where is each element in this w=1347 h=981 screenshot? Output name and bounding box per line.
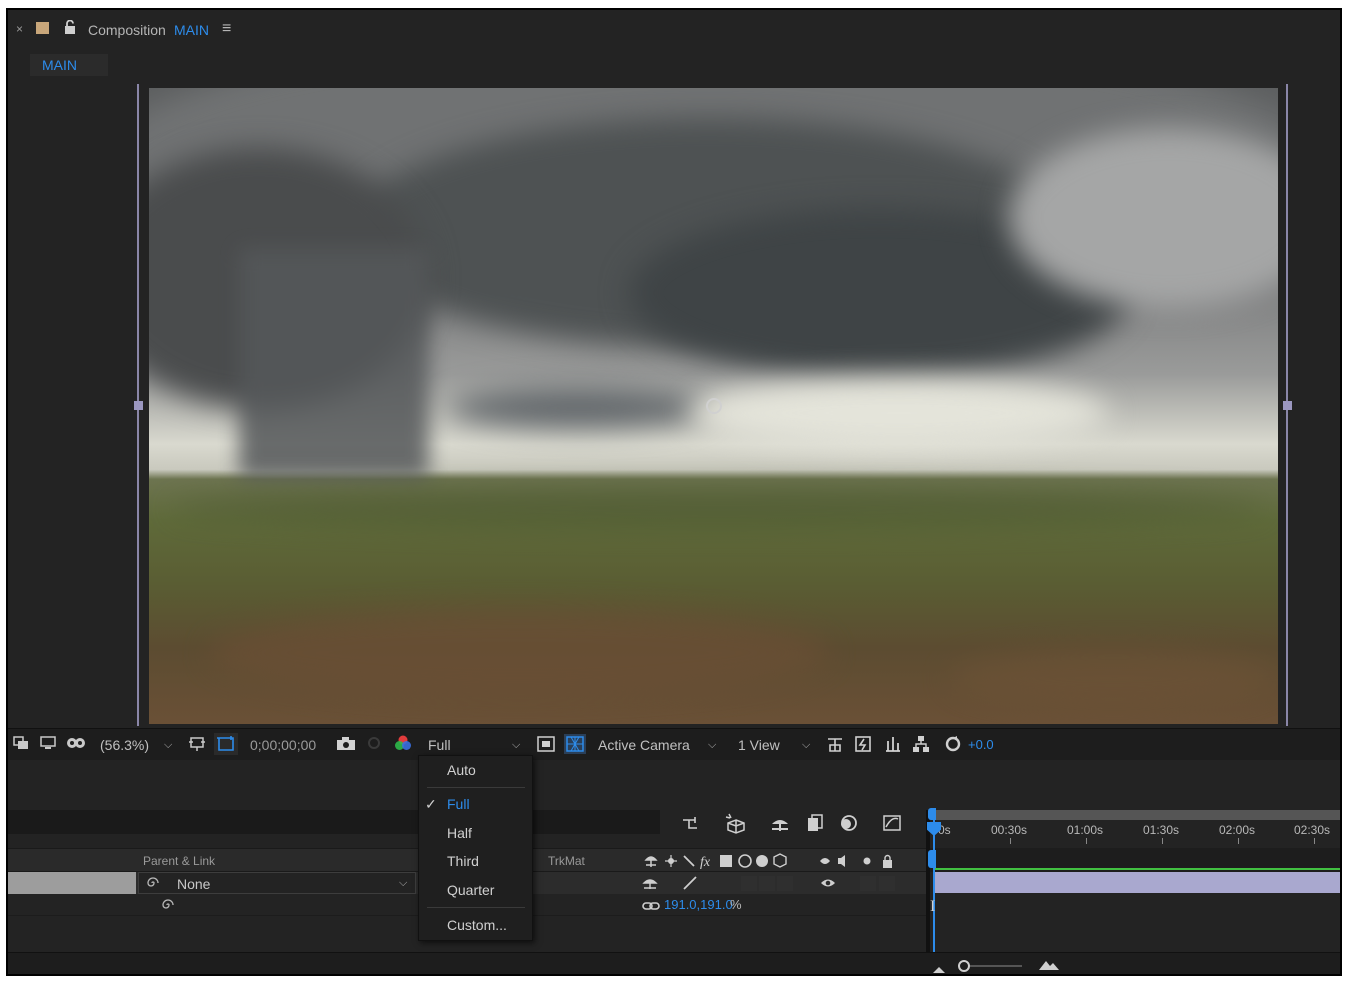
- scale-unit: %: [730, 897, 742, 912]
- show-snapshot-icon[interactable]: [366, 736, 382, 753]
- fast-previews-icon[interactable]: [537, 736, 555, 757]
- region-of-interest-icon[interactable]: [214, 733, 238, 755]
- menu-item-custom[interactable]: Custom...: [419, 913, 532, 937]
- menu-item-quarter[interactable]: Quarter: [419, 878, 532, 902]
- composition-panel-header: × Composition MAIN ≡: [8, 10, 1340, 55]
- ruler-tick: 00:30s: [991, 823, 1028, 837]
- layer-name-cell[interactable]: [8, 872, 136, 894]
- chevron-down-icon[interactable]: ⌵: [512, 739, 520, 752]
- ruler-tick: 02:00s: [1219, 823, 1256, 837]
- transparency-grid-icon[interactable]: [564, 734, 586, 754]
- ruler-tick: 01:30s: [1143, 823, 1180, 837]
- eye-icon[interactable]: [820, 876, 836, 895]
- monitor-icon[interactable]: [40, 736, 56, 753]
- resolution-menu: Auto ✓ Full Half Third Quarter Custom...: [418, 755, 533, 941]
- mask-visibility-icon[interactable]: [66, 736, 86, 753]
- layer-duration-bar[interactable]: [934, 872, 1340, 893]
- menu-divider: [427, 907, 525, 908]
- composition-name[interactable]: MAIN: [174, 22, 209, 38]
- switch-cell[interactable]: [777, 876, 793, 891]
- quality-switch-icon[interactable]: [682, 876, 698, 895]
- frame-blending-icon[interactable]: [806, 814, 824, 837]
- anchor-point-icon[interactable]: [706, 398, 722, 414]
- after-effects-window: × Composition MAIN ≡ MAIN (56.3%) ⌵ 0;00…: [6, 8, 1342, 976]
- ruler-tick: 02:30s: [1294, 823, 1331, 837]
- menu-item-full[interactable]: ✓ Full: [419, 792, 532, 816]
- composition-color-swatch: [36, 22, 49, 34]
- scale-value[interactable]: 191.0,191.0: [664, 897, 733, 912]
- timeline-footer: [8, 952, 1340, 974]
- lock-icon[interactable]: [64, 19, 76, 39]
- layer-handle-right[interactable]: [1283, 401, 1292, 410]
- link-chain-icon[interactable]: [642, 899, 660, 917]
- chevron-down-icon[interactable]: ⌵: [708, 739, 716, 752]
- spiral-pickwhip-icon[interactable]: [145, 875, 161, 896]
- menu-divider: [427, 787, 525, 788]
- fast-render-icon[interactable]: [854, 735, 872, 758]
- timeline-search-field[interactable]: [8, 810, 660, 834]
- panel-title: Composition: [88, 22, 166, 38]
- view-layout-dropdown[interactable]: 1 View: [738, 737, 780, 753]
- layer-handle-left[interactable]: [134, 401, 143, 410]
- ruler-tick-mark: [1010, 838, 1011, 844]
- spiral-pickwhip-icon[interactable]: [160, 897, 176, 918]
- column-header-parent[interactable]: Parent & Link: [143, 854, 215, 868]
- switch-cell[interactable]: [759, 876, 775, 891]
- zoom-slider-thumb[interactable]: [958, 960, 970, 972]
- magnification-dropdown[interactable]: (56.3%): [100, 737, 149, 753]
- motion-blur-icon[interactable]: [838, 814, 858, 837]
- switch-cell[interactable]: [879, 876, 895, 891]
- parent-value: None: [177, 876, 211, 892]
- composition-tab[interactable]: MAIN: [30, 54, 108, 76]
- ruler-tick: 01:00s: [1067, 823, 1104, 837]
- ruler-tick-mark: [1238, 838, 1239, 844]
- shy-switch-icon[interactable]: [642, 876, 658, 895]
- always-preview-icon[interactable]: [13, 736, 29, 753]
- ruler-tick-mark: [1086, 838, 1087, 844]
- timeline-icon[interactable]: [884, 735, 902, 758]
- zoom-in-mountain-icon[interactable]: [1038, 958, 1060, 974]
- column-header-trkmat[interactable]: TrkMat: [548, 854, 585, 868]
- ruler-tick-mark: [1314, 838, 1315, 844]
- color-channels-icon[interactable]: [394, 734, 412, 757]
- resolution-dropdown[interactable]: Full: [428, 737, 451, 753]
- zoom-slider-track[interactable]: [970, 965, 1022, 967]
- parent-dropdown[interactable]: None ⌵: [138, 872, 416, 894]
- switches-header-icons: fx: [644, 853, 904, 874]
- menu-item-auto[interactable]: Auto: [419, 758, 532, 782]
- hamburger-menu-icon[interactable]: ≡: [222, 20, 231, 38]
- close-icon[interactable]: ×: [16, 22, 23, 36]
- composition-tab-label: MAIN: [42, 57, 77, 73]
- text-cursor-icon: I: [930, 898, 936, 915]
- view-camera-dropdown[interactable]: Active Camera: [598, 737, 690, 753]
- shy-layers-icon[interactable]: [770, 816, 790, 837]
- zoom-out-mountain-icon[interactable]: [932, 961, 946, 974]
- checkmark-icon: ✓: [425, 796, 437, 812]
- ruler-tick-mark: [1162, 838, 1163, 844]
- graph-editor-icon[interactable]: [882, 814, 902, 837]
- switch-cell[interactable]: [741, 876, 757, 891]
- menu-item-half[interactable]: Half: [419, 821, 532, 845]
- exposure-value[interactable]: +0.0: [968, 737, 994, 752]
- render-cache-bar: [934, 868, 1340, 870]
- chevron-down-icon[interactable]: ⌵: [399, 877, 407, 890]
- draft-3d-icon[interactable]: [724, 812, 748, 839]
- footage-frame: [149, 88, 1278, 724]
- viewer-toolbar: (56.3%) ⌵ 0;00;00;00 Full ⌵ Active Camer…: [8, 728, 1340, 760]
- current-time[interactable]: 0;00;00;00: [250, 737, 316, 753]
- comp-flowchart-icon[interactable]: [682, 816, 704, 837]
- switch-cell[interactable]: [860, 876, 876, 891]
- fit-resolution-icon[interactable]: [188, 736, 206, 754]
- svg-text:fx: fx: [700, 855, 711, 869]
- reset-exposure-icon[interactable]: [944, 735, 962, 758]
- snapshot-camera-icon[interactable]: [336, 736, 356, 754]
- work-area-bar[interactable]: [930, 810, 1340, 820]
- toggle-pixel-aspect-icon[interactable]: [826, 735, 844, 758]
- flowchart-icon[interactable]: [912, 735, 930, 758]
- menu-item-third[interactable]: Third: [419, 849, 532, 873]
- chevron-down-icon[interactable]: ⌵: [164, 739, 172, 752]
- chevron-down-icon[interactable]: ⌵: [802, 739, 810, 752]
